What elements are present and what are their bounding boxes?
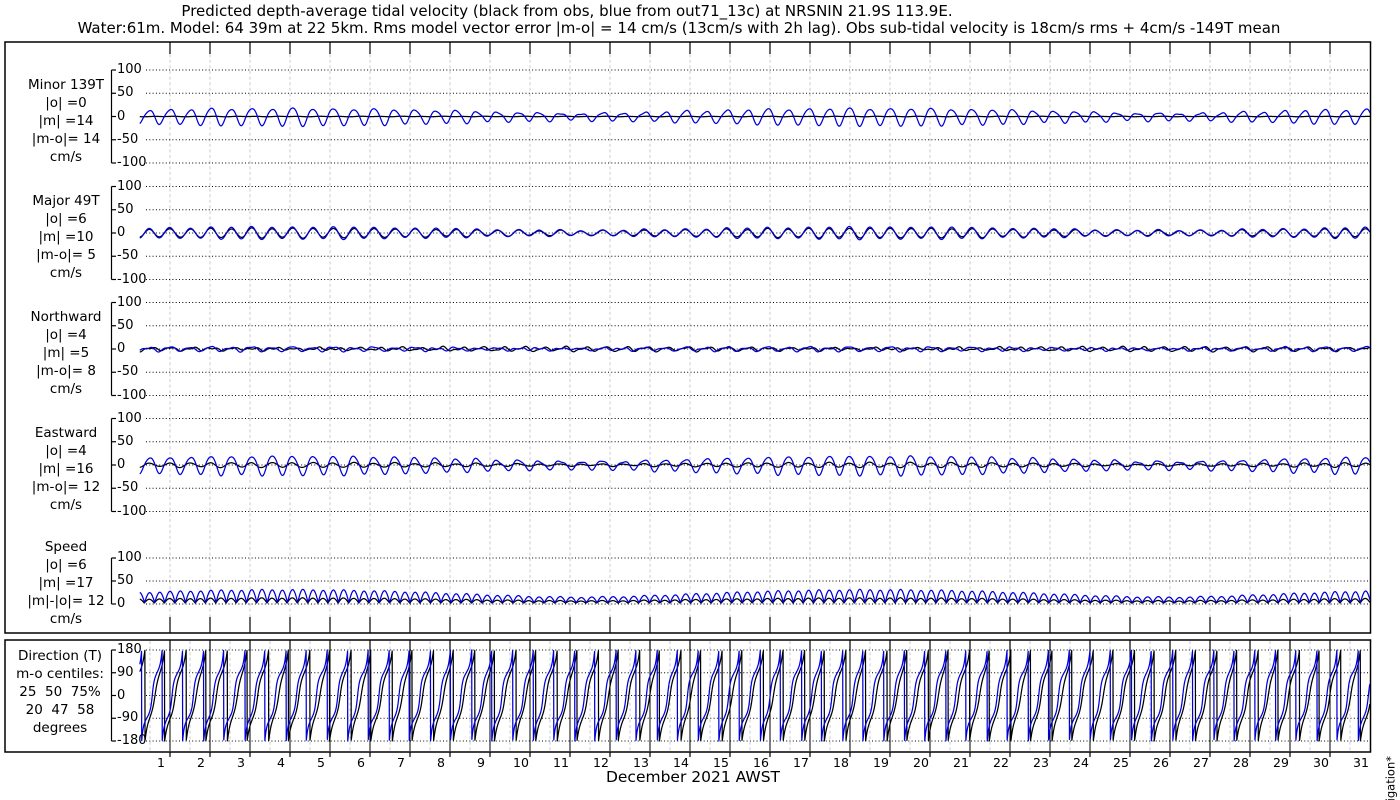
panel-label-line: |m-o|= 5 <box>36 247 96 263</box>
y-tick-label: 0 <box>117 687 126 703</box>
panel-label-line: |m| =17 <box>38 575 94 591</box>
panel-label-line: 20 47 58 <box>25 702 95 718</box>
day-tick-label: 9 <box>477 755 485 770</box>
y-tick-label: 0 <box>117 108 126 124</box>
day-tick-label: 11 <box>553 755 569 770</box>
day-tick-label: 24 <box>1073 755 1089 770</box>
panel-label-line: m-o centiles: <box>16 666 104 682</box>
y-tick-label: 50 <box>117 201 134 217</box>
panel-label-line: |m| =5 <box>42 345 90 361</box>
y-tick-label: 100 <box>117 294 142 310</box>
day-tick-label: 27 <box>1193 755 1209 770</box>
panel-label-line: |m| =16 <box>38 461 94 477</box>
panel-label-line: Direction (T) <box>17 648 103 664</box>
panel-label-line: degrees <box>32 720 88 736</box>
day-tick-label: 3 <box>237 755 245 770</box>
y-tick-label: 50 <box>117 433 134 449</box>
y-tick-label: 0 <box>117 341 126 356</box>
day-tick-label: 1 <box>157 755 165 770</box>
day-tick-label: 23 <box>1033 755 1049 770</box>
y-tick-label: -90 <box>117 710 139 726</box>
panel-label-line: Minor 139T <box>27 76 105 93</box>
panel-label-line: cm/s <box>49 611 83 627</box>
day-tick-label: 28 <box>1233 755 1249 770</box>
panel-label-line: |m-o|= 8 <box>36 363 96 379</box>
y-tick-label: 180 <box>117 641 142 657</box>
y-tick-label: 0 <box>117 225 126 240</box>
panel-label-line: |m-o|= 14 <box>31 130 101 147</box>
y-tick-label: 50 <box>117 85 134 101</box>
y-tick-label: -50 <box>117 248 139 264</box>
y-tick-label: -100 <box>117 503 147 519</box>
panel-label-line: |o| =6 <box>45 557 87 573</box>
y-tick-label: 100 <box>117 178 142 194</box>
y-tick-label: -50 <box>117 364 139 380</box>
day-tick-label: 31 <box>1353 755 1369 770</box>
y-tick-label: -50 <box>117 131 139 147</box>
y-tick-label: -100 <box>117 155 147 170</box>
panel-label-line: |m|-|o|= 12 <box>27 593 105 609</box>
y-tick-label: 0 <box>117 457 126 472</box>
y-tick-label: 50 <box>117 317 134 333</box>
day-tick-label: 25 <box>1113 755 1129 770</box>
copyright-watermark: © IMOS 11-Sep-2021 19:29:00. *Not for na… <box>1383 756 1397 800</box>
panel-label-line: cm/s <box>49 381 83 397</box>
day-tick-label: 21 <box>953 755 969 770</box>
panel-label-line: |o| =6 <box>45 211 87 227</box>
panel-label-line: Speed <box>44 539 88 555</box>
day-tick-label: 20 <box>913 755 929 770</box>
y-tick-label: -100 <box>117 387 147 403</box>
panel-label-line: |m-o|= 12 <box>31 479 101 495</box>
day-tick-label: 17 <box>793 755 809 770</box>
panel-label-line: cm/s <box>49 265 83 281</box>
tidal-velocity-figure: Predicted depth-average tidal velocity (… <box>0 0 1400 800</box>
panel-label-line: |m| =14 <box>38 112 94 129</box>
y-tick-label: 100 <box>117 62 142 77</box>
y-tick-label: 100 <box>117 410 142 426</box>
day-tick-label: 4 <box>277 755 285 770</box>
day-tick-label: 5 <box>317 755 325 770</box>
panel-label-line: |o| =4 <box>45 443 87 459</box>
panel-label-line: |o| =4 <box>45 327 87 343</box>
panel-label-line: cm/s <box>49 148 83 165</box>
y-tick-label: -100 <box>117 271 147 287</box>
day-tick-label: 7 <box>397 755 405 770</box>
labels-layer: Minor 139T |o| =0 |m| =14 |m-o|= 14 cm/s 100 5… <box>0 0 1400 800</box>
day-tick-label: 6 <box>357 755 365 770</box>
y-tick-label: 100 <box>117 550 142 565</box>
day-tick-label: 8 <box>437 755 445 770</box>
panel-label-line: Northward <box>30 309 102 325</box>
y-tick-label: -180 <box>117 733 147 748</box>
day-tick-label: 10 <box>513 755 529 770</box>
panel-label-line: Eastward <box>34 425 98 441</box>
panel-label-line: 25 50 75% <box>19 684 101 700</box>
x-axis-label: December 2021 AWST <box>605 768 781 786</box>
panel-label-line: cm/s <box>49 497 83 513</box>
y-tick-label: 90 <box>117 664 134 680</box>
day-tick-label: 22 <box>993 755 1009 770</box>
y-tick-label: 50 <box>117 573 134 588</box>
panel-label-line: |m| =10 <box>38 229 94 245</box>
day-tick-label: 26 <box>1153 755 1169 770</box>
day-tick-label: 29 <box>1273 755 1289 770</box>
panel-label-line: |o| =0 <box>45 94 87 111</box>
y-tick-label: 0 <box>117 596 126 611</box>
day-tick-label: 30 <box>1313 755 1329 770</box>
y-tick-label: -50 <box>117 480 139 496</box>
day-tick-label: 19 <box>873 755 889 770</box>
day-tick-label: 18 <box>833 755 849 770</box>
panel-label-line: Major 49T <box>32 193 100 209</box>
day-tick-label: 2 <box>197 755 205 770</box>
